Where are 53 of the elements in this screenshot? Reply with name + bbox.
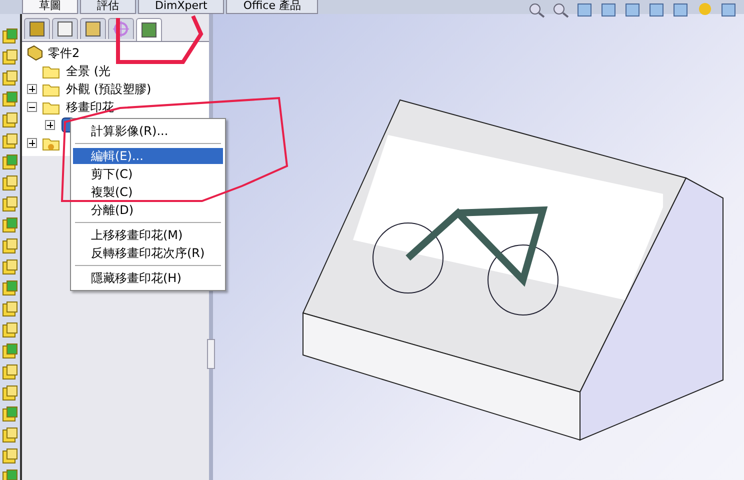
menu-item[interactable]: 分離(D) (73, 202, 223, 218)
feature-tool-icon[interactable] (2, 112, 18, 128)
command-tab[interactable]: 評估 (80, 0, 136, 14)
feature-tool-icon[interactable] (2, 28, 18, 44)
zoom-icon[interactable] (528, 2, 546, 18)
menu-item[interactable]: 上移移畫印花(M) (73, 227, 223, 243)
manager-tab[interactable] (80, 18, 106, 39)
menu-item[interactable]: 計算影像(R)... (73, 123, 223, 139)
manager-tab[interactable] (136, 18, 162, 41)
manager-tab[interactable] (24, 18, 50, 39)
feature-tool-icon[interactable] (2, 259, 18, 275)
feature-tool-icon[interactable] (2, 385, 18, 401)
feature-tool-icon[interactable] (2, 217, 18, 233)
collapse-icon[interactable] (27, 102, 37, 112)
expand-icon[interactable] (45, 120, 55, 130)
display-icon (140, 21, 158, 39)
feature-tool-icon[interactable] (2, 280, 18, 296)
feature-tool-icon[interactable] (2, 238, 18, 254)
feature-tool-icon[interactable] (2, 301, 18, 317)
feature-tool-icon[interactable] (2, 448, 18, 464)
feature-tool-icon[interactable] (2, 427, 18, 443)
tree-item[interactable]: 全景 (光 (64, 62, 112, 80)
menu-item[interactable]: 反轉移畫印花次序(R) (73, 245, 223, 261)
menu-item[interactable]: 編輯(E)... (73, 148, 223, 164)
feature-tool-icon[interactable] (2, 154, 18, 170)
manager-tab[interactable] (52, 18, 78, 39)
feature-tool-icon[interactable] (2, 175, 18, 191)
expand-icon[interactable] (27, 138, 37, 148)
folder-icon (42, 82, 60, 96)
feature-tool-icon[interactable] (2, 406, 18, 422)
tree-item[interactable]: 零件2 (48, 44, 80, 62)
feature-tool-icon[interactable] (2, 196, 18, 212)
folder-icon (42, 100, 60, 114)
feature-tool-icon[interactable] (2, 70, 18, 86)
feature-tool-icon[interactable] (2, 364, 18, 380)
menu-item[interactable]: 隱藏移畫印花(H) (73, 270, 223, 286)
command-tab[interactable]: DimXpert (138, 0, 224, 14)
menu-item[interactable]: 剪下(C) (73, 166, 223, 182)
feature-tool-icon[interactable] (2, 91, 18, 107)
feature-tool-icon[interactable] (2, 49, 18, 65)
zoom-area-icon[interactable] (552, 2, 570, 18)
panel-collapse-handle[interactable] (207, 339, 215, 369)
tree-item[interactable]: 外觀 (預設塑膠) (64, 80, 154, 98)
crosshair-icon (112, 20, 130, 38)
feature-tool-icon[interactable] (2, 322, 18, 338)
feature-tool-icon[interactable] (2, 133, 18, 149)
sun-folder-icon (42, 136, 60, 150)
command-tab[interactable]: Office 產品 (226, 0, 318, 14)
command-tab[interactable]: 草圖 (22, 0, 78, 14)
feature-tool-icon[interactable] (2, 343, 18, 359)
menu-item[interactable]: 複製(C) (73, 184, 223, 200)
folder-icon (42, 64, 60, 78)
expand-icon[interactable] (27, 84, 37, 94)
